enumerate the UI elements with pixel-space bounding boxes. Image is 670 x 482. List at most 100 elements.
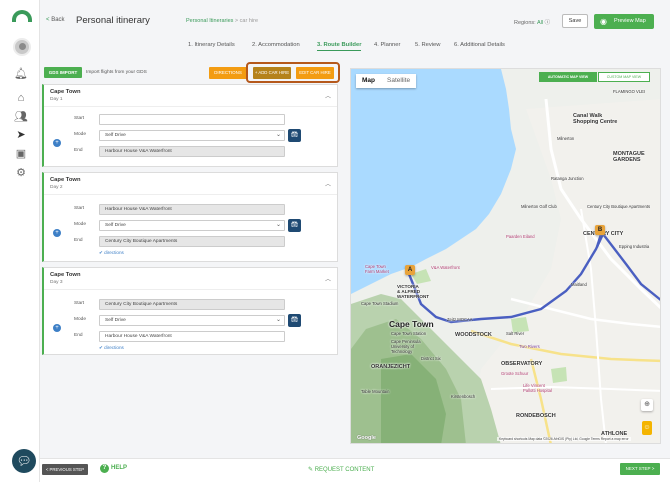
custom-map-view-button[interactable]: CUSTOM MAP VIEW	[598, 72, 650, 82]
chevron-down-icon: ⌄	[275, 222, 281, 228]
map-label: Century City Boutique Apartments	[587, 204, 651, 209]
map-label: RONDEBOSCH	[516, 413, 556, 419]
header: < Back Personal itinerary Personal Itine…	[40, 8, 662, 36]
start-label: Start	[74, 301, 85, 306]
day-card: Cape Town Day 3 ︿ Start Century City Bou…	[42, 267, 338, 355]
chevron-up-icon[interactable]: ︿	[325, 179, 331, 188]
directions-link[interactable]: ✔ directions	[99, 345, 124, 351]
pegman-icon[interactable]: ☺	[642, 421, 652, 435]
map-type-map[interactable]: Map	[356, 74, 381, 88]
help-link[interactable]: ? HELP	[100, 464, 127, 473]
logo-icon[interactable]	[12, 10, 32, 22]
day-header[interactable]: Cape Town Day 1 ︿	[44, 85, 337, 107]
map-marker-b[interactable]: B	[595, 225, 605, 235]
day-number: Day 1	[50, 97, 63, 102]
end-label: End	[74, 148, 83, 153]
map-marker-a[interactable]: A	[405, 265, 415, 275]
start-field[interactable]	[99, 114, 285, 125]
mode-label: Mode	[74, 132, 86, 137]
end-field[interactable]: Harbour House V&A Waterfront	[99, 146, 285, 157]
add-stop-icon[interactable]: +	[53, 139, 61, 147]
chevron-up-icon[interactable]: ︿	[325, 274, 331, 283]
map-label: Groote Schuur	[501, 371, 529, 376]
map-label: VICTORIA & ALFRED WATERFRONT	[397, 284, 430, 299]
add-stop-icon[interactable]: +	[53, 229, 61, 237]
start-field[interactable]: Harbour House V&A Waterfront	[99, 204, 285, 215]
gear-icon[interactable]: ⚙	[14, 166, 28, 180]
car-icon[interactable]: 🚘︎	[288, 219, 301, 232]
send-icon[interactable]: ➤	[14, 128, 28, 142]
request-content-link[interactable]: ✎ REQUEST CONTENT	[308, 466, 374, 473]
gds-import-button[interactable]: GDS IMPORT	[44, 67, 82, 78]
map-label: Milnerton	[557, 136, 575, 141]
automatic-map-view-button[interactable]: AUTOMATIC MAP VIEW	[539, 72, 597, 82]
day-header[interactable]: Cape Town Day 2 ︿	[44, 173, 337, 195]
mode-select[interactable]: Self Drive ⌄	[99, 315, 285, 326]
tab-accommodation[interactable]: 2. Accommodation	[252, 42, 300, 48]
route-map[interactable]: Map Satellite AUTOMATIC MAP VIEW CUSTOM …	[350, 68, 661, 444]
directions-button[interactable]: DIRECTIONS	[209, 67, 247, 79]
tab-additional-details[interactable]: 6. Additional Details	[454, 42, 505, 48]
map-label: Milnerton Golf Club	[521, 204, 557, 209]
chat-icon[interactable]: 💬︎	[12, 449, 36, 473]
back-link[interactable]: < Back	[46, 17, 65, 23]
home-icon[interactable]: ⌂	[14, 91, 28, 105]
start-field[interactable]: Century City Boutique Apartments	[99, 299, 285, 310]
tab-itinerary-details[interactable]: 1. Itinerary Details	[188, 42, 235, 48]
day-city: Cape Town	[50, 177, 81, 183]
users-icon[interactable]: 👥︎	[14, 110, 28, 124]
regions-selector[interactable]: Regions: All ⓘ	[514, 18, 550, 26]
car-icon[interactable]: 🚘︎	[288, 314, 301, 327]
tab-planner[interactable]: 4. Planner	[374, 42, 400, 48]
left-rail: 🔔︎ ⌂ 👥︎ ➤ ▣ ⚙	[0, 0, 40, 482]
end-field[interactable]: Harbour House V&A Waterfront	[99, 331, 285, 342]
add-car-hire-button[interactable]: + ADD CAR HIRE	[253, 67, 291, 79]
preview-map-button[interactable]: ◉ Preview Map	[594, 14, 654, 29]
edit-car-hire-button[interactable]: EDIT CAR HIRE	[296, 67, 334, 79]
map-label: Epping Industria	[619, 244, 650, 249]
day-header[interactable]: Cape Town Day 3 ︿	[44, 268, 337, 290]
car-icon[interactable]: 🚘︎	[288, 129, 301, 142]
map-type-satellite[interactable]: Satellite	[381, 74, 416, 88]
map-label: Ratanga Junction	[551, 176, 584, 181]
info-icon: ⓘ	[544, 20, 551, 26]
breadcrumb: Personal Itineraries > car hire	[186, 18, 258, 24]
mode-select[interactable]: Self Drive ⌄	[99, 130, 285, 141]
map-label: OBSERVATORY	[501, 361, 543, 367]
avatar[interactable]	[13, 38, 31, 56]
start-label: Start	[74, 206, 85, 211]
add-stop-icon[interactable]: +	[53, 324, 61, 332]
mode-select[interactable]: Self Drive ⌄	[99, 220, 285, 231]
next-step-button[interactable]: NEXT STEP >	[620, 463, 660, 475]
start-label: Start	[74, 116, 85, 121]
directions-link[interactable]: ✔ directions	[99, 250, 124, 256]
map-label: FLAMINGO VLEI	[613, 89, 646, 94]
compass-icon[interactable]: ⊕	[641, 399, 653, 411]
bell-icon[interactable]: 🔔︎	[14, 67, 28, 81]
image-icon[interactable]: ▣	[14, 147, 28, 161]
breadcrumb-current: car hire	[239, 18, 259, 24]
breadcrumb-separator: >	[234, 18, 239, 24]
day-card: Cape Town Day 2 ︿ Start Harbour House V&…	[42, 172, 338, 262]
google-logo: Google	[357, 435, 376, 441]
chevron-up-icon[interactable]: ︿	[325, 91, 331, 100]
save-button[interactable]: Save	[562, 14, 588, 28]
map-label: Paarden Eiland	[506, 234, 535, 239]
map-label: Cape Town Farm Market	[365, 264, 389, 274]
day-number: Day 3	[50, 280, 63, 285]
map-label: Cape Town Station	[391, 331, 427, 336]
map-attribution[interactable]: Keyboard shortcuts Map data ©2026 AfriGI…	[497, 437, 631, 441]
map-label: Kirstenbosch	[451, 394, 476, 399]
map-label: Cape Town	[389, 319, 434, 329]
previous-step-button[interactable]: < PREVIOUS STEP	[42, 464, 88, 475]
tab-route-builder[interactable]: 3. Route Builder	[317, 42, 362, 51]
mode-label: Mode	[74, 317, 86, 322]
map-label: Life Vincent Pallotti Hospital	[523, 383, 552, 393]
day-number: Day 2	[50, 185, 63, 190]
breadcrumb-parent[interactable]: Personal Itineraries	[186, 18, 233, 24]
route-panel: GDS IMPORT Import flights from your GDS …	[42, 62, 340, 452]
day-city: Cape Town	[50, 89, 81, 95]
tab-review[interactable]: 5. Review	[415, 42, 440, 48]
map-label: Canal Walk Shopping Centre	[573, 113, 618, 125]
end-field[interactable]: Century City Boutique Apartments	[99, 236, 285, 247]
